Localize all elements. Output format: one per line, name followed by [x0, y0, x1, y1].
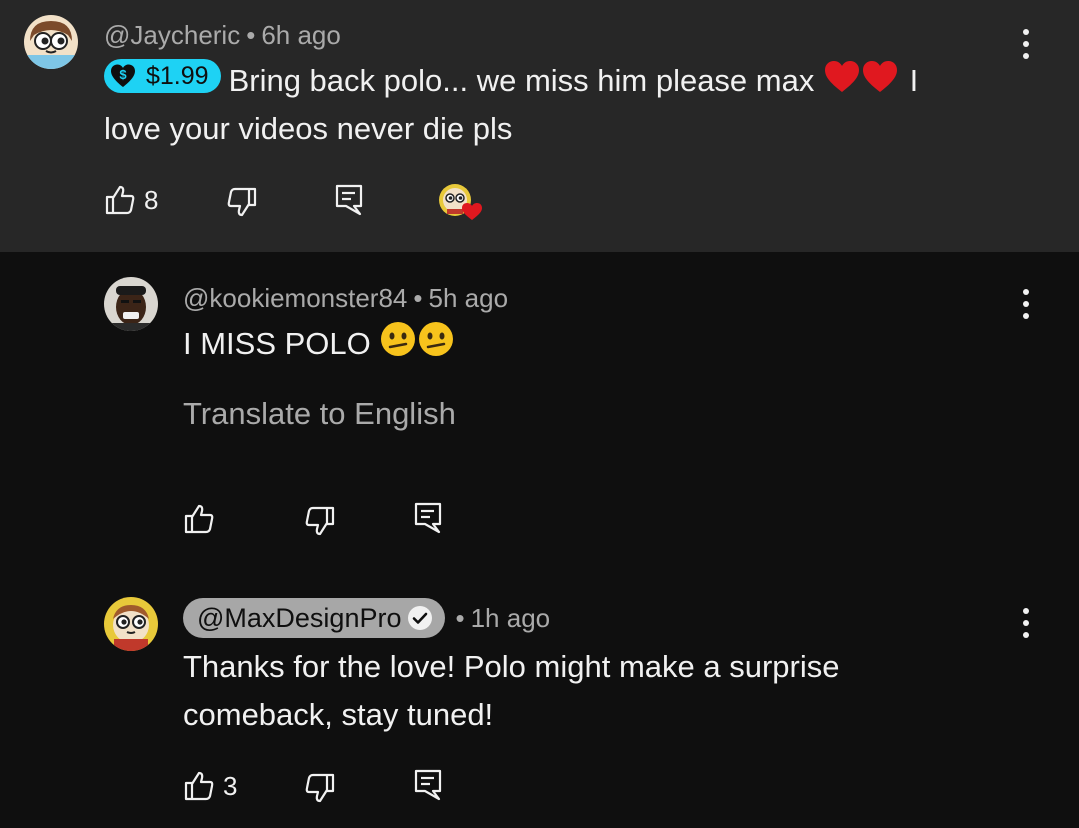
- comment-thread: @Jaycheric • 6h ago $ $1.99 Bring back pol…: [0, 0, 1079, 828]
- creator-heart-badge: [438, 182, 484, 222]
- super-thanks-amount: $1.99: [146, 62, 209, 90]
- meta-separator: •: [455, 602, 465, 633]
- dislike-icon: [305, 506, 335, 536]
- confused-face-emoji: [381, 322, 454, 356]
- meta-separator: •: [246, 20, 256, 50]
- reply-button[interactable]: [413, 768, 443, 802]
- two-hearts-emoji: [824, 61, 897, 92]
- comment-text-line-2: comeback, stay tuned!: [183, 697, 494, 732]
- timestamp: 6h ago: [261, 20, 341, 50]
- avatar-maxdesignpro[interactable]: [104, 597, 158, 651]
- comment-meta: @MaxDesignPro • 1h ago: [183, 598, 550, 638]
- timestamp: 1h ago: [470, 602, 551, 633]
- comment-meta: @Jaycheric • 6h ago: [104, 20, 341, 51]
- comment-text-line-1: Thanks for the love! Polo might make a s…: [183, 649, 840, 684]
- like-icon: [184, 504, 214, 534]
- dislike-icon: [227, 187, 257, 217]
- dollar-heart-icon: $: [111, 64, 135, 87]
- avatar-kookiemonster84[interactable]: [104, 277, 158, 331]
- svg-text:$: $: [119, 67, 127, 82]
- comment-text-line-1: I MISS POLO: [183, 326, 371, 361]
- author-name: @MaxDesignPro: [197, 602, 402, 633]
- like-button[interactable]: 3: [183, 770, 237, 802]
- dislike-button[interactable]: [226, 186, 258, 218]
- reply-icon: [414, 769, 442, 801]
- like-icon: [105, 185, 135, 215]
- like-count: 3: [223, 770, 238, 801]
- verified-check-icon: [408, 606, 433, 630]
- comment-text: $ $1.99 Bring back polo... we miss him p…: [104, 57, 1024, 153]
- comment-text-trailing: I: [909, 63, 919, 98]
- like-button[interactable]: 8: [104, 184, 158, 216]
- like-button[interactable]: [183, 503, 215, 535]
- dislike-button[interactable]: [304, 772, 336, 804]
- meta-separator: •: [413, 283, 423, 313]
- comment-text-line-2: love your videos never die pls: [104, 111, 513, 146]
- highlighted-comment: @Jaycheric • 6h ago $ $1.99 Bring back pol…: [0, 0, 1079, 252]
- super-thanks-badge: $ $1.99: [104, 59, 221, 93]
- comment-text: I MISS POLO: [183, 320, 457, 368]
- dislike-icon: [305, 773, 335, 803]
- timestamp: 5h ago: [428, 283, 509, 313]
- author-name[interactable]: @Jaycheric: [104, 20, 240, 50]
- creator-name-pill[interactable]: @MaxDesignPro: [183, 598, 446, 638]
- comment-text: Thanks for the love! Polo might make a s…: [183, 643, 1003, 739]
- comment-meta: @kookiemonster84 • 5h ago: [183, 283, 508, 314]
- reply-button[interactable]: [334, 183, 364, 217]
- avatar-jaycheric[interactable]: [24, 15, 78, 69]
- dislike-button[interactable]: [304, 505, 336, 537]
- like-icon: [184, 771, 214, 801]
- reply-button[interactable]: [413, 501, 443, 535]
- like-count: 8: [144, 184, 159, 215]
- translate-link[interactable]: Translate to English: [183, 396, 456, 432]
- author-name[interactable]: @kookiemonster84: [183, 283, 407, 313]
- comment-text-line-1: Bring back polo... we miss him please ma…: [228, 63, 815, 98]
- more-options-icon[interactable]: [1011, 284, 1041, 324]
- reply-icon: [335, 184, 363, 216]
- more-options-icon[interactable]: [1011, 603, 1041, 643]
- reply-icon: [414, 502, 442, 534]
